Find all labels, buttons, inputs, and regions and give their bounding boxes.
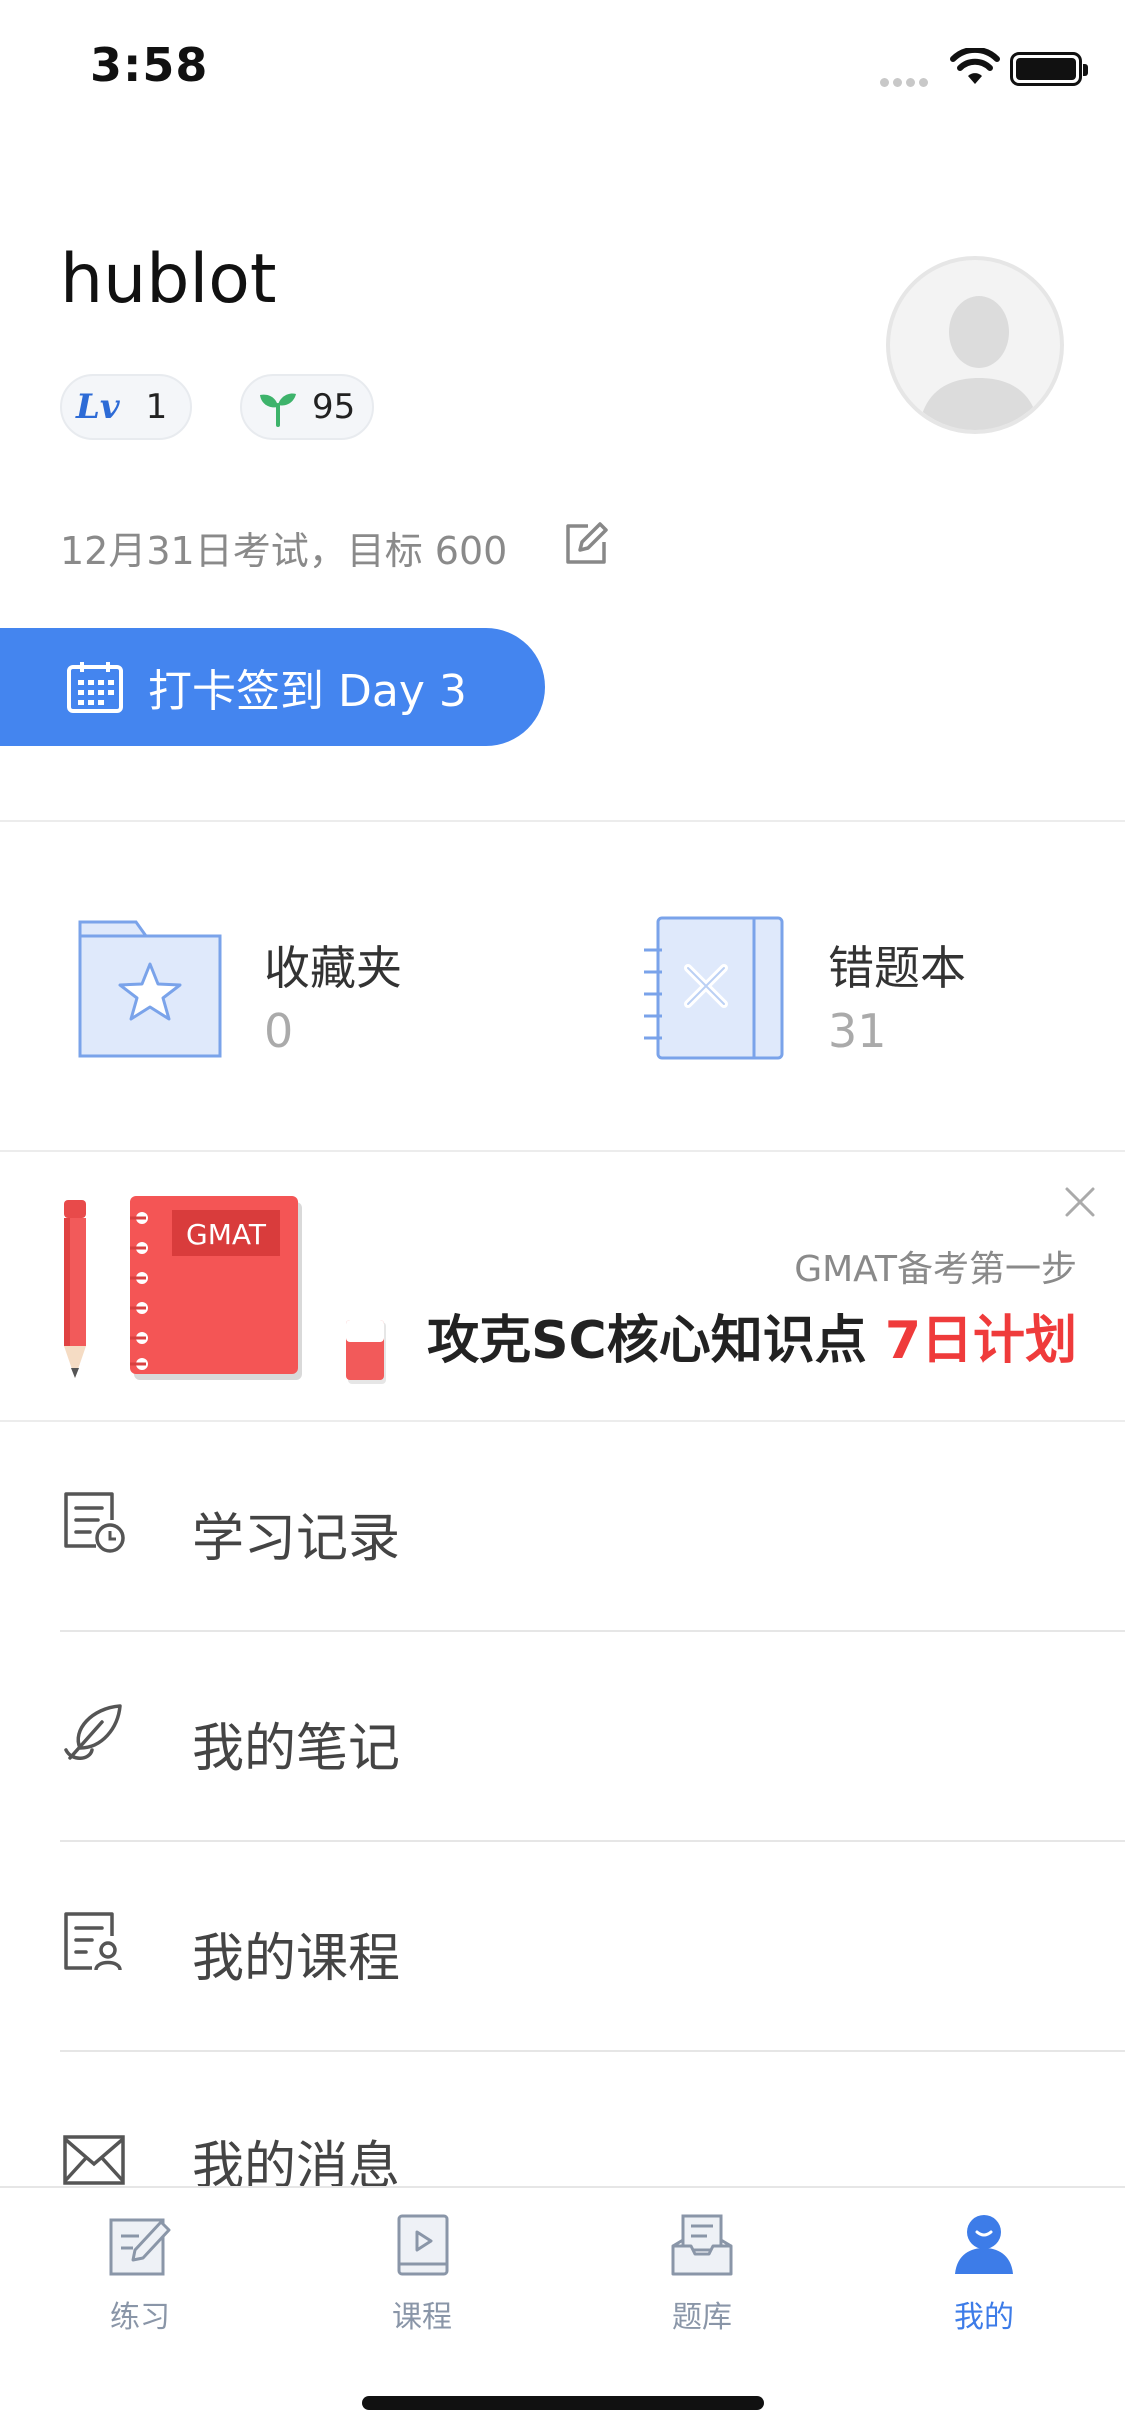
level-icon: Lv	[76, 387, 120, 427]
notebook-x-icon	[644, 916, 784, 1060]
section-divider	[0, 820, 1125, 822]
level-value: 1	[145, 387, 168, 427]
avatar[interactable]	[886, 256, 1064, 434]
feather-pen-icon	[64, 1704, 122, 1760]
status-time: 3:58	[90, 38, 209, 92]
mistakes-count: 31	[828, 1004, 887, 1058]
menu-divider	[60, 1840, 1125, 1842]
signal-icon	[880, 72, 936, 87]
edit-icon[interactable]	[562, 520, 610, 568]
course-icon	[64, 1912, 122, 1971]
status-bar: 3:58	[0, 0, 1125, 140]
checkin-label: 打卡签到 Day 3	[148, 666, 467, 717]
tab-practice[interactable]: 练习	[40, 2212, 240, 2336]
menu-label: 我的课程	[192, 1929, 401, 1989]
tab-question-bank[interactable]: 题库	[602, 2212, 802, 2336]
tab-profile[interactable]: 我的	[884, 2212, 1084, 2336]
banner-title: 攻克SC核心知识点 7日计划	[427, 1298, 1077, 1373]
home-indicator	[362, 2396, 764, 2410]
menu-divider	[60, 2050, 1125, 2052]
eraser-icon	[346, 1320, 386, 1384]
gmat-badge: GMAT	[186, 1218, 266, 1251]
exam-goal: 12月31日考试，目标 600	[60, 529, 508, 573]
banner-title-main: 攻克SC核心知识点	[427, 1311, 885, 1371]
pencil-icon	[64, 1200, 86, 1378]
tab-label: 课程	[392, 2300, 452, 2335]
favorites-label: 收藏夹	[264, 941, 402, 995]
tab-courses[interactable]: 课程	[322, 2212, 522, 2336]
question-bank-icon	[671, 2214, 733, 2276]
profile-icon	[955, 2215, 1013, 2274]
practice-icon	[109, 2218, 171, 2276]
checkin-button[interactable]: 打卡签到 Day 3	[0, 628, 545, 746]
menu-item-my-courses[interactable]: 我的课程	[0, 1844, 1125, 2054]
favorites-count: 0	[264, 1004, 294, 1058]
course-book-icon	[397, 2214, 449, 2276]
menu-item-study-record[interactable]: 学习记录	[0, 1424, 1125, 1634]
level-badge[interactable]: Lv 1	[60, 374, 192, 440]
avatar-placeholder-icon	[918, 296, 1040, 430]
tab-label: 我的	[954, 2300, 1014, 2335]
section-divider	[0, 1420, 1125, 1422]
battery-icon	[1010, 52, 1088, 86]
menu-divider	[60, 1630, 1125, 1632]
mistakes-label: 错题本	[828, 941, 966, 995]
sprout-icon	[260, 393, 296, 427]
menu-label: 我的笔记	[192, 1719, 401, 1779]
banner-title-accent: 7日计划	[884, 1311, 1077, 1371]
banner-subtitle: GMAT备考第一步	[794, 1249, 1077, 1290]
username: hublot	[60, 240, 277, 319]
folder-star-icon	[78, 920, 222, 1058]
close-icon[interactable]	[1064, 1186, 1096, 1218]
calendar-icon	[67, 662, 123, 713]
points-value: 95	[312, 387, 356, 427]
menu-label: 学习记录	[192, 1509, 401, 1569]
points-badge[interactable]: 95	[240, 374, 374, 440]
tab-label: 题库	[672, 2300, 732, 2335]
study-record-icon	[64, 1492, 125, 1553]
menu-item-my-notes[interactable]: 我的笔记	[0, 1634, 1125, 1844]
tab-label: 练习	[110, 2300, 170, 2335]
wifi-icon	[950, 48, 1000, 84]
mail-icon	[63, 2135, 125, 2185]
